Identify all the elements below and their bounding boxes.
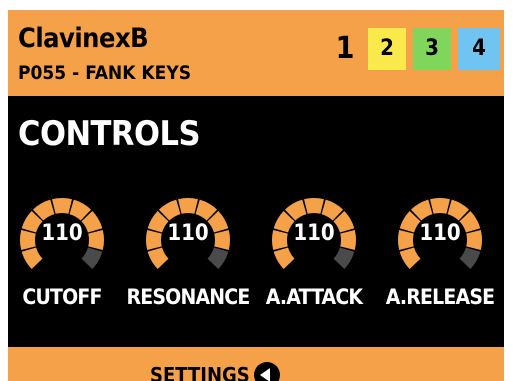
settings-button[interactable]: SETTINGS: [150, 360, 280, 381]
knob-arc-segment: [147, 247, 169, 270]
knob-arc-segment: [430, 198, 450, 214]
tab-3[interactable]: 3: [413, 28, 451, 70]
knob-arc-segment: [304, 198, 324, 214]
back-arrow-icon: [253, 362, 280, 381]
knob-attack[interactable]: 110: [269, 195, 359, 285]
header: ClavinexB P055 - FANK KEYS 1 2 3 4: [8, 10, 504, 96]
knob-release[interactable]: 110: [395, 195, 485, 285]
knob-attack-label: A.ATTACK: [265, 285, 363, 309]
section-title: CONTROLS: [18, 114, 201, 154]
tab-1[interactable]: 1: [330, 28, 360, 70]
knob-arc-segment: [178, 198, 198, 214]
knob-arc-segment: [459, 247, 481, 270]
knob-arc-segment: [81, 247, 103, 270]
knob-cutoff[interactable]: 110: [17, 195, 107, 285]
knob-arc-segment: [207, 247, 229, 270]
footer: SETTINGS: [8, 347, 504, 381]
tab-4[interactable]: 4: [458, 28, 500, 70]
knob-arc-segment: [21, 247, 43, 270]
synth-screen: ClavinexB P055 - FANK KEYS 1 2 3 4 CONTR…: [8, 10, 504, 381]
settings-label: SETTINGS: [150, 363, 250, 381]
tab-2[interactable]: 2: [368, 28, 406, 70]
knob-arc-segment: [52, 198, 72, 214]
knob-cutoff-label: CUTOFF: [22, 285, 102, 309]
knob-arc-segment: [333, 247, 355, 270]
knob-resonance-value: 110: [167, 221, 209, 246]
knob-arc-segment: [273, 247, 295, 270]
preset-name: P055 - FANK KEYS: [18, 62, 192, 84]
knob-release-value: 110: [419, 221, 461, 246]
instrument-name: ClavinexB: [18, 23, 149, 54]
knob-resonance[interactable]: 110: [143, 195, 233, 285]
knob-arc-segment: [399, 247, 421, 270]
knob-release-label: A.RELEASE: [385, 285, 495, 309]
knob-cutoff-value: 110: [41, 221, 83, 246]
knob-resonance-label: RESONANCE: [126, 285, 251, 309]
knob-attack-value: 110: [293, 221, 335, 246]
